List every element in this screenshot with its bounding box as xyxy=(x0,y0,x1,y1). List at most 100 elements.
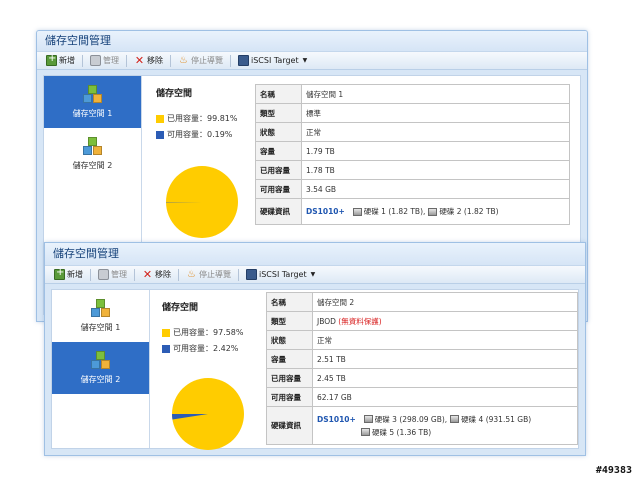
usage-pie-chart xyxy=(166,166,238,238)
free-label: 可用容量：0.19% xyxy=(167,130,233,139)
no-protection-warning: (無資料保護) xyxy=(338,316,382,326)
hard-disk-icon xyxy=(363,415,373,423)
disk-entry: 硬碟 4 (931.51 GB) xyxy=(450,414,531,425)
used-swatch xyxy=(162,328,170,337)
row-value: 2.45 TB xyxy=(312,368,578,388)
content-area: 儲存空間 1 儲存空間 2 儲存空間 已用容量：97.58% 可用容量：2.42… xyxy=(51,289,579,450)
row-value: 儲存空間 2 xyxy=(312,292,578,312)
window-title: 儲存空間管理 xyxy=(37,31,587,51)
toolbar-separator xyxy=(238,268,239,281)
hard-disk-icon xyxy=(352,207,362,216)
new-icon xyxy=(46,53,57,66)
new-button[interactable]: 新增 xyxy=(43,53,78,66)
remove-button[interactable]: ✕ 移除 xyxy=(139,269,174,280)
free-label: 可用容量：2.42% xyxy=(173,344,239,353)
toolbar-separator xyxy=(170,54,171,67)
summary-title: 儲存空間 xyxy=(162,303,199,313)
stop-sharing-button[interactable]: ♨ 停止導覽 xyxy=(175,55,226,66)
table-row: 容量 1.79 TB xyxy=(255,141,570,161)
row-value: 正常 xyxy=(301,122,570,142)
row-value: 標準 xyxy=(301,103,570,123)
chevron-down-icon: ▼ xyxy=(302,57,308,64)
table-row: 可用容量 62.17 GB xyxy=(266,387,578,407)
table-row: 已用容量 2.45 TB xyxy=(266,368,578,388)
manage-button[interactable]: 管理 xyxy=(87,55,122,66)
window-title: 儲存空間管理 xyxy=(45,243,585,265)
used-label: 已用容量：97.58% xyxy=(173,328,244,337)
table-row-disk-info: 硬碟資訊 DS1010+ 硬碟 3 (298.09 GB), 硬碟 4 (931… xyxy=(266,406,578,445)
row-key: 已用容量 xyxy=(266,368,313,388)
row-value: 2.51 TB xyxy=(312,349,578,369)
toolbar: 新增 管理 ✕移除 ♨停止導覽 iSCSI Target▼ xyxy=(45,265,585,284)
table-row: 名稱 儲存空間 1 xyxy=(255,84,570,104)
sidebar-item-volume-1[interactable]: 儲存空間 1 xyxy=(44,76,141,128)
disk-entry: 硬碟 2 (1.82 TB) xyxy=(428,206,499,217)
legend-used: 已用容量：97.58% xyxy=(162,327,272,338)
sidebar-item-volume-2[interactable]: 儲存空間 2 xyxy=(52,342,149,394)
table-row: 名稱 儲存空間 2 xyxy=(266,292,578,312)
flame-icon: ♨ xyxy=(179,55,188,66)
row-value: 3.54 GB xyxy=(301,179,570,199)
storage-manager-window-2: 儲存空間管理 新增 管理 ✕移除 ♨停止導覽 iSCSI Target▼ 儲存空… xyxy=(44,242,586,456)
manage-icon xyxy=(98,269,109,280)
hard-disk-icon xyxy=(428,207,438,216)
free-swatch xyxy=(162,344,170,353)
row-key: 可用容量 xyxy=(255,179,302,199)
row-value: DS1010+ 硬碟 1 (1.82 TB), 硬碟 2 (1.82 TB) xyxy=(301,198,570,225)
storage-cubes-icon xyxy=(82,85,103,105)
legend-used: 已用容量：99.81% xyxy=(156,113,266,124)
disk-entry: 硬碟 3 (298.09 GB), xyxy=(363,414,448,425)
row-value: DS1010+ 硬碟 3 (298.09 GB), 硬碟 4 (931.51 G… xyxy=(312,406,578,445)
row-key: 狀態 xyxy=(255,122,302,142)
table-row: 類型 JBOD (無資料保護) xyxy=(266,311,578,331)
manage-button[interactable]: 管理 xyxy=(95,269,130,280)
usage-summary: 儲存空間 已用容量：97.58% 可用容量：2.42% xyxy=(162,290,272,450)
remove-icon: ✕ xyxy=(142,268,153,281)
remove-icon: ✕ xyxy=(134,54,145,67)
summary-title: 儲存空間 xyxy=(156,89,193,99)
nas-model: DS1010+ xyxy=(317,414,356,424)
table-row: 容量 2.51 TB xyxy=(266,349,578,369)
disk-label: 硬碟 3 (298.09 GB), xyxy=(374,414,448,424)
sidebar-item-label: 儲存空間 1 xyxy=(72,109,113,118)
sidebar-item-volume-2[interactable]: 儲存空間 2 xyxy=(44,128,141,180)
hard-disk-icon xyxy=(361,428,370,436)
row-value: 62.17 GB xyxy=(312,387,578,407)
manage-label: 管理 xyxy=(111,270,127,279)
watermark: #49383 xyxy=(595,465,632,476)
row-key: 類型 xyxy=(255,103,302,123)
toolbar-separator xyxy=(126,54,127,67)
row-value: 儲存空間 1 xyxy=(301,84,570,104)
new-button[interactable]: 新增 xyxy=(51,267,86,280)
row-key: 硬碟資訊 xyxy=(255,198,302,225)
storage-cubes-icon xyxy=(90,351,111,371)
row-value: JBOD (無資料保護) xyxy=(312,311,578,331)
table-row: 狀態 正常 xyxy=(266,330,578,350)
iscsi-label: iSCSI Target xyxy=(259,270,307,279)
stop-sharing-button[interactable]: ♨ 停止導覽 xyxy=(183,269,234,280)
used-label: 已用容量：99.81% xyxy=(167,114,238,123)
disk-entry: 硬碟 5 (1.36 TB) xyxy=(361,427,431,438)
iscsi-target-menu[interactable]: iSCSI Target ▼ xyxy=(235,55,310,66)
usage-summary: 儲存空間 已用容量：99.81% 可用容量：0.19% xyxy=(156,76,266,238)
manage-icon xyxy=(90,55,101,66)
new-icon xyxy=(54,267,65,280)
stop-sharing-label: 停止導覽 xyxy=(199,270,231,279)
disk-label: 硬碟 5 (1.36 TB) xyxy=(372,427,432,437)
row-key: 容量 xyxy=(255,141,302,161)
volume-info-table: 名稱 儲存空間 2 類型 JBOD (無資料保護) 狀態 正常 容量 2.51 TB 已… xyxy=(266,292,578,445)
remove-button[interactable]: ✕ 移除 xyxy=(131,55,166,66)
flame-icon: ♨ xyxy=(187,269,196,280)
storage-cubes-icon xyxy=(90,299,111,319)
row-key: 名稱 xyxy=(266,292,313,312)
manage-label: 管理 xyxy=(103,56,119,65)
sidebar-item-volume-1[interactable]: 儲存空間 1 xyxy=(52,290,149,342)
legend-free: 可用容量：2.42% xyxy=(162,343,272,354)
remove-label: 移除 xyxy=(155,270,171,279)
iscsi-target-menu[interactable]: iSCSI Target ▼ xyxy=(243,269,318,280)
row-key: 已用容量 xyxy=(255,160,302,180)
row-key: 可用容量 xyxy=(266,387,313,407)
row-key: 硬碟資訊 xyxy=(266,406,313,445)
iscsi-label: iSCSI Target xyxy=(251,56,299,65)
sidebar-item-label: 儲存空間 2 xyxy=(80,375,121,384)
